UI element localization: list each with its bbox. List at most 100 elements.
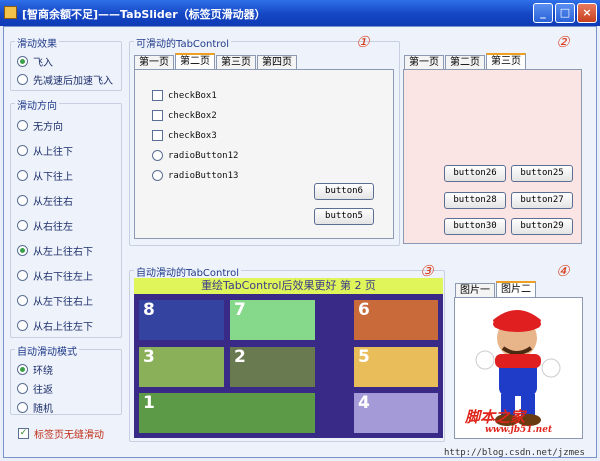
control-label: checkBox3 [168, 130, 217, 141]
option-label: 飞入 [33, 57, 53, 69]
group-title: 滑动方向 [15, 97, 59, 112]
watermark-title: 脚本之家 [465, 408, 526, 426]
radio-indicator [17, 319, 28, 331]
tab-picture1[interactable]: 图片一 [455, 283, 495, 297]
radio-indicator [17, 119, 28, 131]
window-client: 滑动效果 飞入 先减速后加速飞入 滑动方向 无方向 从上往下 从下往上 从左往右… [3, 26, 597, 458]
button-27[interactable]: button27 [511, 192, 573, 209]
tab-page3[interactable]: 第三页 [486, 53, 526, 69]
checkbox-1[interactable]: checkBox1 [152, 90, 217, 101]
option-label: 往返 [33, 384, 53, 396]
radio-bottom-to-top[interactable]: 从下往上 [17, 168, 73, 183]
group-title: 滑动效果 [15, 35, 59, 50]
group-title: 自动滑动的TabControl [134, 264, 242, 279]
option-label: 环绕 [33, 365, 53, 377]
tile-4: 4 [354, 393, 438, 433]
checkbox-3[interactable]: checkBox3 [152, 130, 217, 141]
app-icon [4, 6, 17, 19]
checkbox-indicator [152, 130, 163, 141]
option-label: 从右往左 [33, 221, 73, 233]
option-label: 从左下往右上 [33, 296, 93, 308]
picture-tabpage: 脚本之家 www.jb51.net [454, 297, 583, 439]
radio-indicator [17, 382, 28, 394]
button-29[interactable]: button29 [511, 218, 573, 235]
radio-random[interactable]: 随机 [17, 400, 53, 415]
tabpage-panel2: button26 button25 button28 button27 butt… [403, 69, 582, 244]
panel-number: ④ [556, 262, 570, 280]
radio-fly-in[interactable]: 飞入 [17, 54, 53, 69]
radio-indicator [17, 144, 28, 156]
radio-indicator [152, 170, 163, 181]
radio-topleft-to-bottomright[interactable]: 从左上往右下 [17, 243, 93, 258]
button-6[interactable]: button6 [314, 183, 374, 200]
option-label: 从右上往左下 [33, 321, 93, 333]
radio-indicator [17, 244, 28, 256]
tab-page2[interactable]: 第二页 [175, 53, 215, 69]
button-30[interactable]: button30 [444, 218, 506, 235]
checkbox-2[interactable]: checkBox2 [152, 110, 217, 121]
radio-button-12[interactable]: radioButton12 [152, 150, 238, 161]
radio-indicator [17, 194, 28, 206]
radio-decel-accel[interactable]: 先减速后加速飞入 [17, 72, 113, 87]
radio-bottomright-to-topleft[interactable]: 从右下往左上 [17, 268, 93, 283]
tab-page3[interactable]: 第三页 [216, 55, 256, 69]
close-button[interactable]: × [577, 3, 597, 23]
button-25[interactable]: button25 [511, 165, 573, 182]
control-label: radioButton12 [168, 150, 239, 161]
radio-indicator [17, 55, 28, 67]
checkbox-indicator [152, 90, 163, 101]
tile-7: 7 [230, 300, 315, 340]
control-label: radioButton13 [168, 170, 239, 181]
tabstrip-panel2: 第一页 第二页 第三页 [404, 53, 527, 69]
radio-indicator [17, 294, 28, 306]
option-label: 标签页无缝滑动 [34, 429, 104, 441]
option-label: 从上往下 [33, 146, 73, 158]
tab-page1[interactable]: 第一页 [404, 55, 444, 69]
radio-indicator [17, 73, 28, 85]
panel-number: ② [556, 33, 570, 51]
option-label: 从下往上 [33, 171, 73, 183]
auto-tabpage: 8 7 6 3 2 5 1 4 [134, 294, 443, 438]
tab-page1[interactable]: 第一页 [134, 55, 174, 69]
button-5[interactable]: button5 [314, 208, 374, 225]
tile-3: 3 [139, 347, 224, 387]
tile-5: 5 [354, 347, 438, 387]
radio-round-trip[interactable]: 往返 [17, 381, 53, 396]
checkbox-indicator [152, 110, 163, 121]
checkbox-indicator: ✓ [18, 427, 29, 439]
maximize-button[interactable]: □ [555, 3, 575, 23]
panel-number: ① [356, 33, 370, 51]
window-title: [智商余额不足]——TabSlider（标签页滑动器） [22, 8, 266, 21]
watermark-url: www.jb51.net [485, 425, 553, 435]
group-title: 可滑动的TabControl [134, 35, 232, 50]
minimize-button[interactable]: _ [533, 3, 553, 23]
auto-tab-header: 重绘TabControl后效果更好 第 2 页 [134, 278, 443, 294]
tabpage-panel1: checkBox1 checkBox2 checkBox3 radioButto… [134, 69, 394, 239]
radio-button-13[interactable]: radioButton13 [152, 170, 238, 181]
group-slide-effect: 滑动效果 飞入 先减速后加速飞入 [10, 35, 122, 91]
radio-bottomleft-to-topright[interactable]: 从左下往右上 [17, 293, 93, 308]
radio-wrap[interactable]: 环绕 [17, 362, 53, 377]
radio-indicator [152, 150, 163, 161]
option-label: 无方向 [33, 121, 63, 133]
tab-picture2[interactable]: 图片二 [496, 281, 536, 297]
tile-8: 8 [139, 300, 224, 340]
radio-right-to-left[interactable]: 从右往左 [17, 218, 73, 233]
button-28[interactable]: button28 [444, 192, 506, 209]
tile-2: 2 [230, 347, 315, 387]
title-bar: [智商余额不足]——TabSlider（标签页滑动器） _ □ × [0, 0, 600, 26]
radio-topright-to-bottomleft[interactable]: 从右上往左下 [17, 318, 93, 333]
option-label: 从左往右 [33, 196, 73, 208]
footer-url: http://blog.csdn.net/jzmes [444, 448, 585, 458]
radio-no-direction[interactable]: 无方向 [17, 118, 63, 133]
tabstrip-panel1: 第一页 第二页 第三页 第四页 [134, 53, 298, 69]
group-slide-direction: 滑动方向 无方向 从上往下 从下往上 从左往右 从右往左 从左上往右下 从右下往… [10, 97, 122, 338]
option-label: 随机 [33, 403, 53, 415]
control-label: checkBox1 [168, 90, 217, 101]
checkbox-seamless[interactable]: ✓ 标签页无缝滑动 [18, 426, 104, 441]
radio-left-to-right[interactable]: 从左往右 [17, 193, 73, 208]
button-26[interactable]: button26 [444, 165, 506, 182]
radio-top-to-bottom[interactable]: 从上往下 [17, 143, 73, 158]
tab-page4[interactable]: 第四页 [257, 55, 297, 69]
tab-page2[interactable]: 第二页 [445, 55, 485, 69]
